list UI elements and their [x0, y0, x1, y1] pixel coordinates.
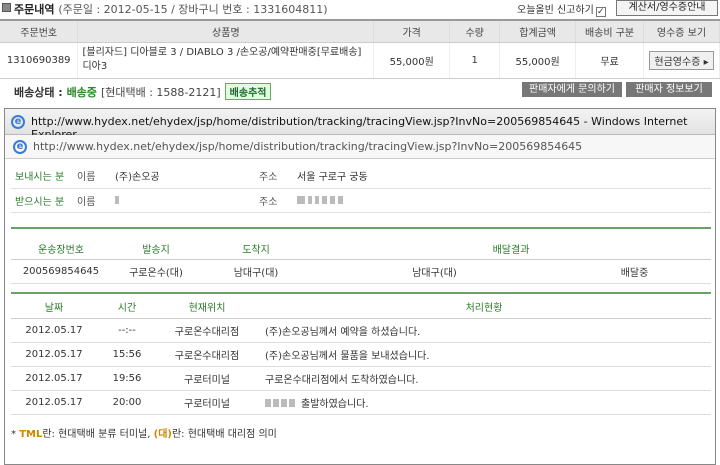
cash-receipt-button[interactable]: 현금영수증 ▸: [649, 50, 714, 70]
carrier-info: [현대택배 : 1588-2121]: [100, 86, 221, 99]
history-table: 날짜 시간 현재위치 처리현황 2012.05.17 --:-- 구로온수대리점…: [11, 296, 711, 415]
table-row: 2012.05.17 19:56 구로터미널 구로온수대리점에서 도착하였습니다…: [11, 366, 711, 391]
col-result: 배달결과: [311, 239, 711, 260]
col-waybill: 운송장번호: [11, 239, 111, 260]
sender-name-key: 이름: [73, 164, 115, 189]
order-no: 1310690389: [0, 42, 79, 79]
receiver-name-masked: [115, 188, 255, 213]
col-order-no: 주문번호: [0, 19, 79, 43]
process: 구로온수대리점에서 도착하였습니다.: [257, 366, 711, 391]
page-icon: e: [13, 140, 27, 154]
price: 55,000원: [373, 42, 451, 79]
ask-seller-button[interactable]: 판매자에게 문의하기: [522, 82, 622, 97]
receipt-guide-button[interactable]: 계산서/영수증안내: [616, 0, 718, 16]
col-location: 현재위치: [157, 296, 257, 319]
process: (주)손오공님께서 물품을 보내셨습니다.: [257, 342, 711, 367]
table-row: 2012.05.17 20:00 구로터미널 출발하였습니다.: [11, 390, 711, 415]
order-title: 주문내역 (주문일 : 2012-05-15 / 장바구니 번호 : 13316…: [14, 3, 328, 16]
seller-info-button[interactable]: 판매자 정보보기: [626, 82, 712, 97]
receiver-addr-key: 주소: [255, 188, 297, 213]
ie-address-bar[interactable]: e http://www.hydex.net/ehydex/jsp/home/d…: [5, 135, 715, 159]
order-meta: (주문일 : 2012-05-15 / 장바구니 번호 : 1331604811…: [58, 3, 328, 16]
date: 2012.05.17: [11, 318, 97, 343]
process-masked: 출발하였습니다.: [257, 390, 711, 415]
checkbox-icon[interactable]: ✓: [595, 7, 606, 17]
tracking-content: 보내시는 분 이름 (주)손오공 주소 서울 구로구 궁동 받으시는 분 이름 …: [5, 160, 717, 465]
col-time: 시간: [97, 296, 157, 319]
origin: 구로온수(대): [111, 259, 201, 284]
ie-url[interactable]: http://www.hydex.net/ehydex/jsp/home/dis…: [33, 140, 582, 153]
location: 구로터미널: [157, 390, 257, 415]
status-value: 배송중: [66, 86, 97, 99]
qty: 1: [449, 42, 501, 79]
product-name[interactable]: [블리자드] 디아블로 3 / DIABLO 3 /손오공/예약판매중[무료배송…: [77, 42, 375, 79]
col-receipt: 영수증 보기: [643, 19, 720, 43]
date: 2012.05.17: [11, 390, 97, 415]
ie-logo-icon: e: [11, 115, 25, 129]
col-product: 상품명: [77, 19, 375, 43]
sender-row: 보내시는 분 이름 (주)손오공 주소 서울 구로구 궁동: [11, 164, 711, 189]
col-qty: 수량: [449, 19, 501, 43]
report-checkbox[interactable]: 오늘올빈 신고하기 ✓: [517, 1, 606, 17]
tml-label: TML: [19, 429, 43, 440]
waybill-no: 200569854645: [11, 259, 111, 284]
receiver-label: 받으시는 분: [11, 188, 73, 213]
col-total: 합계금액: [499, 19, 577, 43]
table-row: 1310690389 [블리자드] 디아블로 3 / DIABLO 3 /손오공…: [0, 42, 720, 79]
col-price: 가격: [373, 19, 451, 43]
table-row: 2012.05.17 15:56 구로온수대리점 (주)손오공님께서 물품을 보…: [11, 342, 711, 367]
legend-note: * TML란: 현대택배 분류 터미널, (대)란: 현대택배 대리점 의미: [11, 429, 277, 440]
location: 구로온수대리점: [157, 342, 257, 367]
process: (주)손오공님께서 예약을 하셨습니다.: [257, 318, 711, 343]
time: 19:56: [97, 366, 157, 391]
location: 구로온수대리점: [157, 318, 257, 343]
divider: [11, 292, 711, 294]
date: 2012.05.17: [11, 366, 97, 391]
col-dest: 도착지: [201, 239, 311, 260]
sender-addr-key: 주소: [255, 164, 297, 189]
receiver-row: 받으시는 분 이름 주소: [11, 188, 711, 213]
delivery-status: 배송상태 : 배송중 [현대택배 : 1588-2121] 배송추적 판매자에게 문…: [0, 80, 720, 100]
shipping: 무료: [575, 42, 645, 79]
result-branch: 남대구(대): [311, 259, 559, 284]
col-shipping: 배송비 구분: [575, 19, 645, 43]
dae-label: (대): [153, 429, 172, 440]
ie-window: e http://www.hydex.net/ehydex/jsp/home/d…: [4, 108, 716, 465]
location: 구로터미널: [157, 366, 257, 391]
total: 55,000원: [499, 42, 577, 79]
col-process: 처리현황: [257, 296, 711, 319]
col-date: 날짜: [11, 296, 97, 319]
result-status: 배달중: [558, 259, 711, 284]
receiver-addr-masked: [297, 188, 711, 213]
summary-table: 운송장번호 발송지 도착지 배달결과 200569854645 구로온수(대) …: [11, 239, 711, 284]
track-button[interactable]: 배송추적: [224, 83, 272, 100]
party-table: 보내시는 분 이름 (주)손오공 주소 서울 구로구 궁동 받으시는 분 이름 …: [11, 164, 711, 213]
destination: 남대구(대): [201, 259, 311, 284]
date: 2012.05.17: [11, 342, 97, 367]
time: --:--: [97, 318, 157, 343]
sender-label: 보내시는 분: [11, 164, 73, 189]
status-label: 배송상태 : 배송중 [현대택배 : 1588-2121] 배송추적: [14, 83, 272, 100]
sender-addr: 서울 구로구 궁동: [297, 164, 711, 189]
order-table: 주문번호 상품명 가격 수량 합계금액 배송비 구분 영수증 보기 131069…: [0, 19, 720, 79]
col-origin: 발송지: [111, 239, 201, 260]
sender-name: (주)손오공: [115, 164, 255, 189]
process: 출발하였습니다.: [301, 398, 369, 410]
table-row: 200569854645 구로온수(대) 남대구(대) 남대구(대) 배달중: [11, 259, 711, 284]
divider: [11, 227, 711, 229]
time: 15:56: [97, 342, 157, 367]
time: 20:00: [97, 390, 157, 415]
order-header: 주문내역 (주문일 : 2012-05-15 / 장바구니 번호 : 13316…: [0, 0, 720, 18]
receipt-cell: 현금영수증 ▸: [643, 42, 720, 79]
bullet-icon: [2, 3, 11, 12]
table-row: 2012.05.17 --:-- 구로온수대리점 (주)손오공님께서 예약을 하…: [11, 318, 711, 343]
receiver-name-key: 이름: [73, 188, 115, 213]
ie-titlebar[interactable]: e http://www.hydex.net/ehydex/jsp/home/d…: [5, 109, 715, 141]
